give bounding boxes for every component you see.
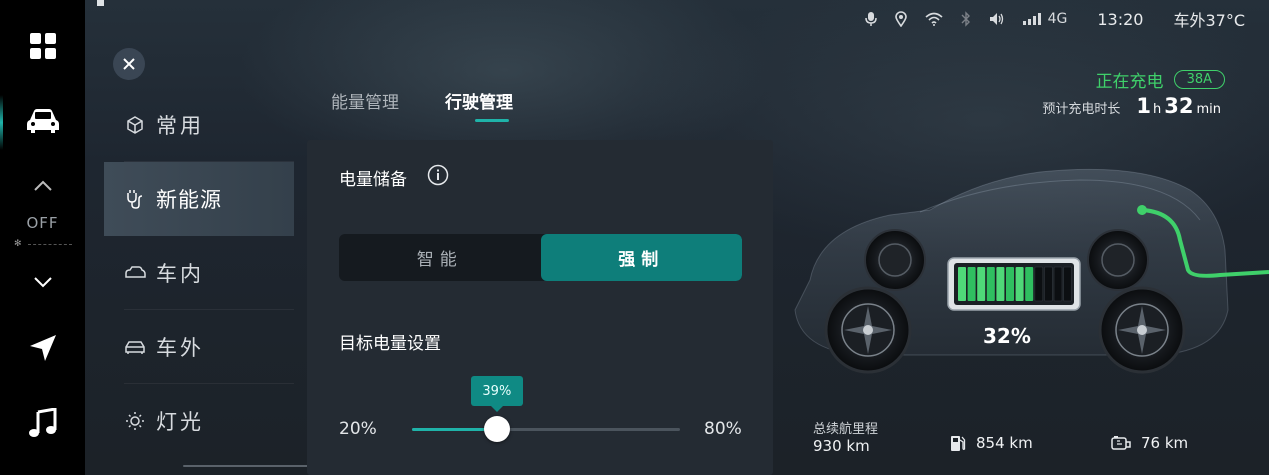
apps-grid-button[interactable] xyxy=(0,30,85,62)
charging-port xyxy=(1137,205,1147,215)
chevron-down-icon xyxy=(33,277,52,288)
outside-temperature: 车外37°C xyxy=(1173,11,1245,30)
car-icon xyxy=(26,109,59,133)
tab-energy-management[interactable]: 能量管理 xyxy=(331,88,399,118)
battery-cell xyxy=(1034,266,1044,302)
eta-hours: 1 xyxy=(1136,94,1151,118)
wifi-icon xyxy=(925,12,943,26)
menu-item-new-energy[interactable]: 新能源 xyxy=(104,162,294,236)
car-exterior-icon xyxy=(124,336,146,358)
electric-range: 76 km xyxy=(1111,434,1188,452)
info-icon[interactable] xyxy=(427,164,449,190)
energy-storage-mode-toggle: 智能 强制 xyxy=(339,234,742,281)
battery-cell xyxy=(986,267,995,301)
clock: 13:20 xyxy=(1097,9,1144,29)
battery-range-icon xyxy=(1111,435,1131,451)
fuel-range-value: 854 km xyxy=(976,434,1033,452)
climate-state: OFF xyxy=(0,212,85,234)
active-tab-indicator xyxy=(475,119,509,122)
menu-item-label: 灯光 xyxy=(156,410,204,434)
battery-pack xyxy=(947,257,1081,311)
menu-item-interior[interactable]: 车内 xyxy=(104,236,294,310)
menu-item-label: 新能源 xyxy=(156,188,222,212)
eta-label: 预计充电时长 xyxy=(1042,102,1121,117)
volume-icon[interactable] xyxy=(989,12,1005,26)
corner-mark xyxy=(97,0,104,6)
range-stats: 总续航里程 930 km 854 km 76 km xyxy=(813,418,1243,458)
left-rail: OFF ✻ xyxy=(0,0,85,475)
mode-force-button[interactable]: 强制 xyxy=(540,234,742,281)
menu-item-exterior[interactable]: 车外 xyxy=(104,310,294,384)
battery-cell xyxy=(996,267,1005,301)
energy-storage-title: 电量储备 xyxy=(339,170,407,190)
cube-icon xyxy=(124,114,146,136)
signal-icon: 4G xyxy=(1022,11,1068,27)
music-icon xyxy=(28,408,56,437)
navigation-icon xyxy=(29,335,56,361)
battery-percentage: 32% xyxy=(983,324,1031,348)
light-bulb-icon xyxy=(124,410,146,432)
bluetooth-icon xyxy=(961,11,971,27)
battery-cell xyxy=(1043,266,1053,302)
charging-current-badge: 38A xyxy=(1173,70,1225,89)
menu-item-label: 车内 xyxy=(156,262,204,286)
car-interior-icon xyxy=(124,262,146,284)
slider-min-label: 20% xyxy=(339,419,377,439)
microphone-icon[interactable] xyxy=(864,11,877,27)
fan-icon: ✻ xyxy=(14,239,22,249)
battery-cell xyxy=(1063,266,1073,302)
menu-item-label: 车外 xyxy=(156,336,204,360)
battery-cell xyxy=(967,267,976,301)
close-icon xyxy=(123,58,135,70)
battery-cell xyxy=(1053,266,1063,302)
car-charging-illustration xyxy=(794,168,1269,374)
battery-cell xyxy=(1025,267,1034,301)
menu-item-lights[interactable]: 灯光 xyxy=(104,384,294,458)
wheel-front-right xyxy=(1098,286,1186,374)
target-charge-slider-track[interactable] xyxy=(412,428,680,431)
menu-item-label: 常用 xyxy=(156,114,204,138)
location-icon xyxy=(894,11,907,27)
fuel-pump-icon xyxy=(950,434,966,452)
slider-value-bubble: 39% xyxy=(470,376,523,412)
car-settings-button[interactable] xyxy=(0,104,85,138)
temp-down-button[interactable] xyxy=(0,272,85,292)
battery-cell xyxy=(977,267,986,301)
climate-state-label: OFF xyxy=(26,214,59,232)
menu-item-common[interactable]: 常用 xyxy=(104,88,294,162)
slider-max-label: 80% xyxy=(704,419,742,439)
apps-grid-icon xyxy=(29,33,56,59)
target-charge-slider-thumb[interactable] xyxy=(483,416,510,442)
music-button[interactable] xyxy=(0,406,85,440)
close-button[interactable] xyxy=(113,48,145,80)
electric-range-value: 76 km xyxy=(1141,434,1189,452)
tab-driving-management[interactable]: 行驶管理 xyxy=(445,88,513,118)
slider-value-label: 39% xyxy=(482,383,512,399)
charging-plug-icon xyxy=(124,188,146,210)
eta-hours-unit: h xyxy=(1153,102,1162,117)
mode-smart-button[interactable]: 智能 xyxy=(339,234,541,281)
tab-bar: 能量管理 行驶管理 xyxy=(331,88,513,118)
total-range-value: 930 km xyxy=(813,437,870,455)
charging-eta: 预计充电时长 1 h 32 min xyxy=(1042,94,1221,118)
battery-cell xyxy=(1015,267,1024,301)
battery-cell xyxy=(1006,267,1014,301)
battery-cell xyxy=(958,267,966,301)
eta-minutes: 32 xyxy=(1164,94,1194,118)
eta-minutes-unit: min xyxy=(1196,102,1221,117)
total-range-label: 总续航里程 xyxy=(813,422,879,437)
chevron-up-icon xyxy=(33,180,52,191)
charging-status-label: 正在充电 xyxy=(1095,72,1164,92)
fuel-range: 854 km xyxy=(950,434,1033,452)
target-charge-title: 目标电量设置 xyxy=(339,334,441,354)
status-bar: 4G 13:20 车外37°C xyxy=(847,8,1245,30)
charging-status: 正在充电 38A xyxy=(1096,67,1225,92)
navigation-button[interactable] xyxy=(0,332,85,364)
wheel-front-left xyxy=(824,286,912,374)
temp-up-button[interactable] xyxy=(0,176,85,196)
network-type: 4G xyxy=(1047,11,1068,27)
fan-level: ✻ xyxy=(14,239,72,249)
